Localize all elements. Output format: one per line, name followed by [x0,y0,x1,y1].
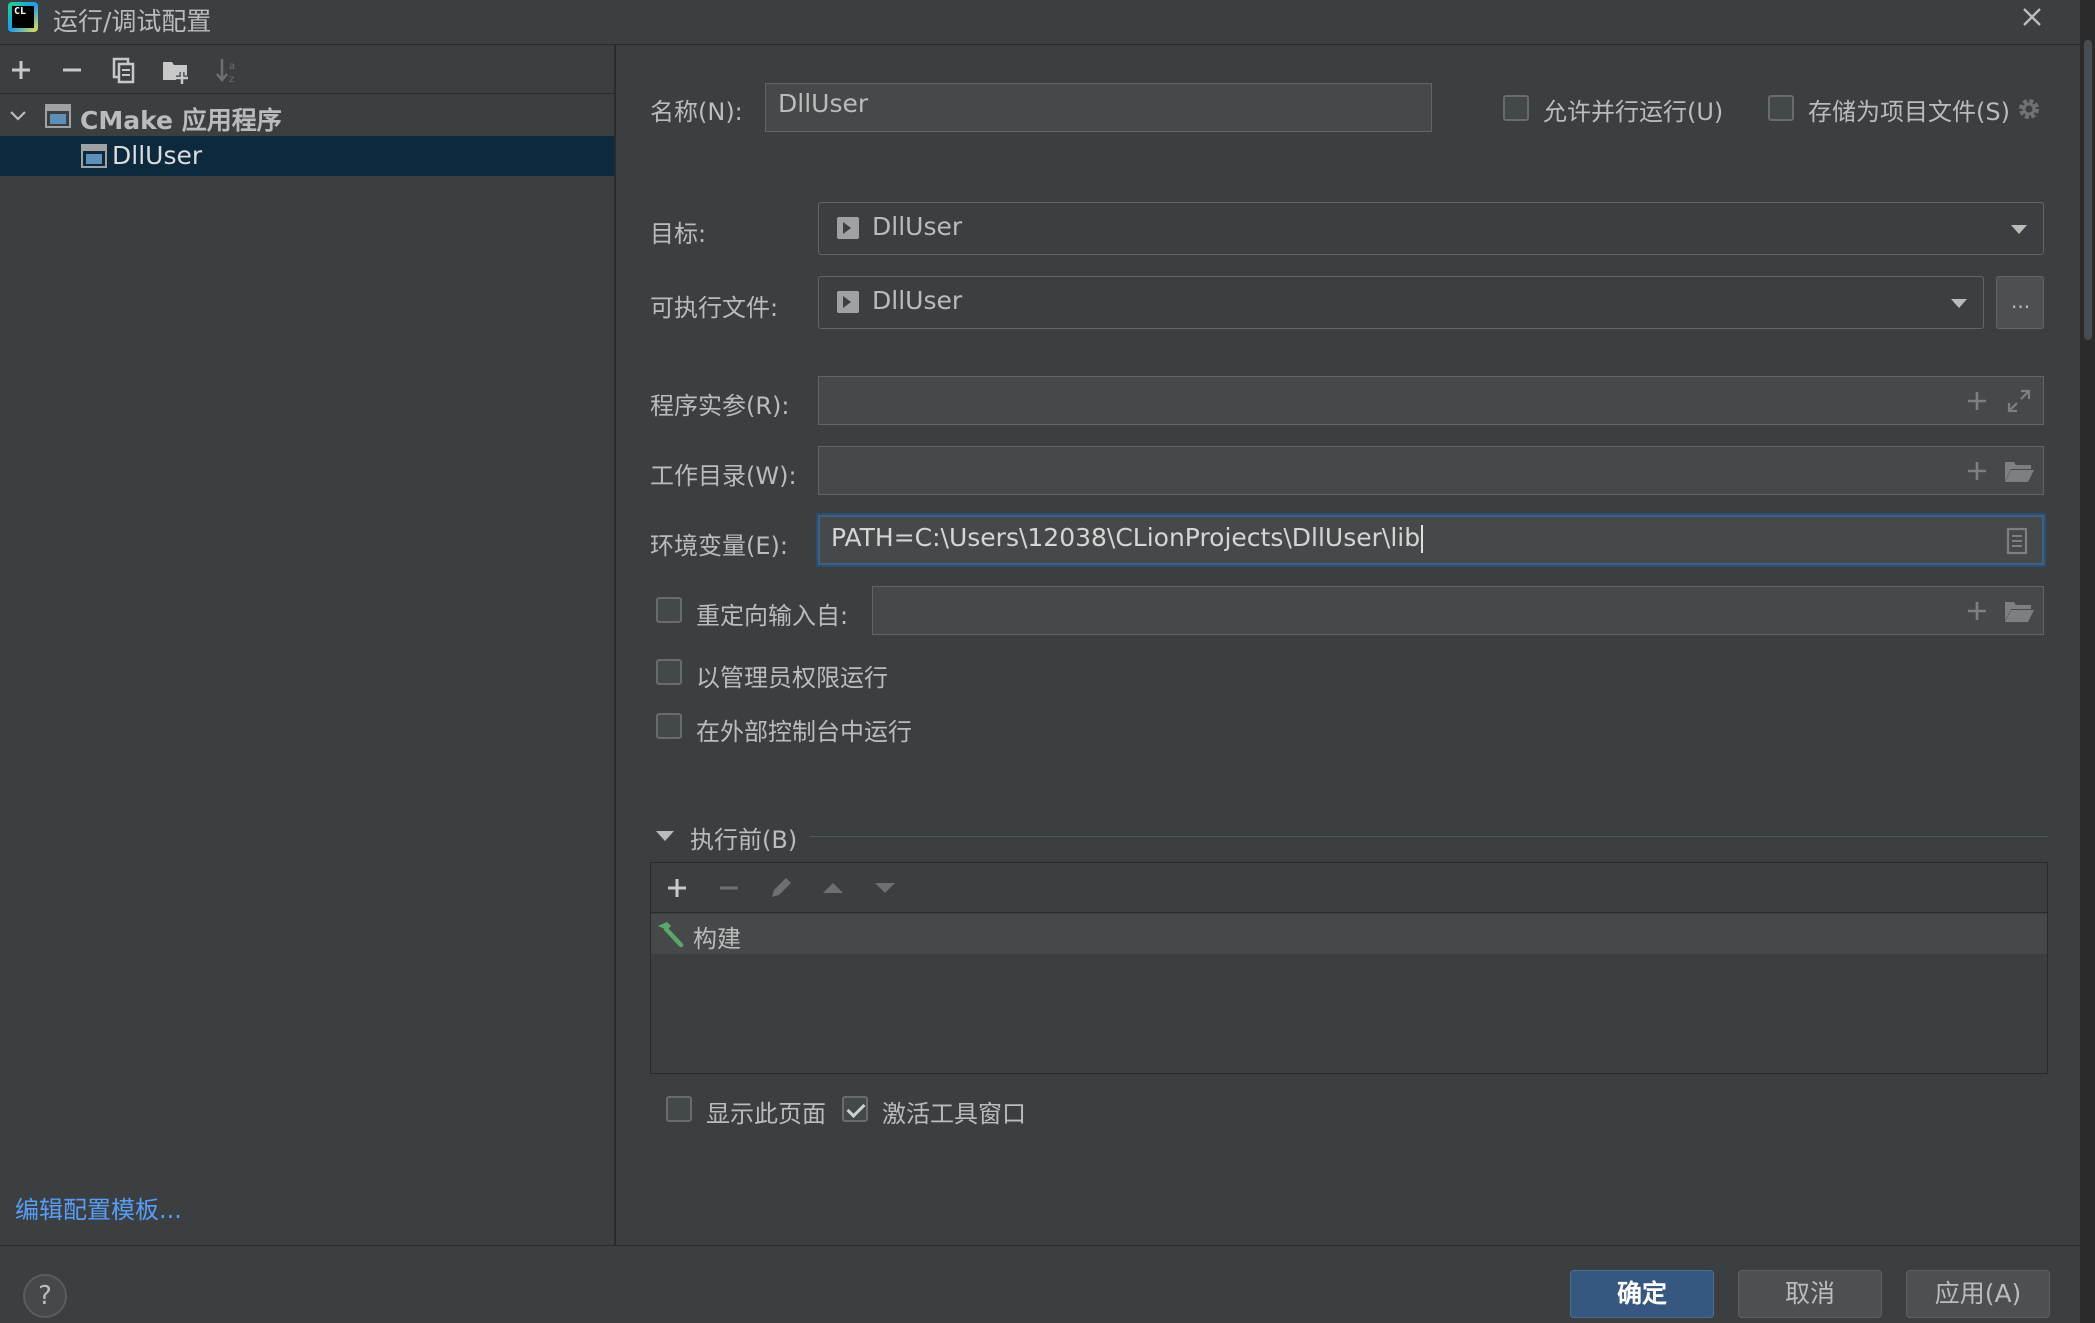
target-label: 目标: [650,220,707,248]
folder-icon[interactable] [2003,597,2035,625]
cmake-target-icon [81,144,107,168]
workdir-label: 工作目录(W): [650,462,797,490]
config-tree-panel [0,45,616,1245]
redirect-input[interactable] [872,586,2044,635]
before-launch-toolbar [651,863,2047,913]
allow-parallel-checkbox[interactable] [1503,95,1529,121]
run-as-admin-checkbox[interactable] [656,659,682,685]
apply-button[interactable]: 应用(A) [1906,1270,2050,1318]
text-caret [1421,525,1424,553]
list-item[interactable]: 构建 [651,914,2047,954]
clion-logo-icon: CL [8,2,38,32]
svg-text:a: a [229,61,235,72]
cancel-button[interactable]: 取消 [1738,1270,1882,1318]
activate-tool-window-checkbox[interactable] [842,1096,868,1122]
target-value: DllUser [872,212,963,241]
name-label: 名称(N): [650,98,743,126]
browse-label: ... [2011,289,2031,313]
args-input[interactable] [818,376,2044,425]
collapse-arrow-icon[interactable] [654,825,676,847]
executable-value: DllUser [872,286,963,315]
build-hammer-icon [658,922,684,948]
background-strip [2080,0,2095,1323]
title-bar [0,0,2080,45]
tree-item-dlluser[interactable]: DllUser [0,136,614,176]
args-label: 程序实参(R): [650,392,790,420]
build-item-label: 构建 [693,925,741,953]
ok-button[interactable]: 确定 [1570,1270,1714,1318]
store-as-project-label: 存储为项目文件(S) [1808,98,2010,126]
before-launch-title: 执行前(B) [690,826,798,854]
add-icon[interactable] [663,874,691,902]
close-icon[interactable] [2015,0,2049,34]
folder-icon[interactable] [2003,457,2035,485]
bottom-divider [0,1245,2080,1246]
dropdown-arrow-icon[interactable] [2011,225,2027,234]
move-down-icon[interactable] [871,874,899,902]
move-up-icon[interactable] [819,874,847,902]
show-page-checkbox[interactable] [666,1096,692,1122]
activate-tool-window-label: 激活工具窗口 [882,1100,1026,1128]
external-console-checkbox[interactable] [656,713,682,739]
target-select[interactable]: DllUser [818,202,2044,255]
section-divider [810,836,2048,837]
redirect-checkbox[interactable] [656,597,682,623]
chevron-down-icon[interactable] [8,106,28,126]
document-icon[interactable] [2004,527,2030,555]
tree-toolbar: a z [0,45,614,94]
folder-add-icon[interactable] [158,53,192,87]
add-icon[interactable] [4,53,38,87]
add-macro-icon[interactable] [1963,387,1991,415]
executable-select[interactable]: DllUser [818,276,1984,329]
edit-icon[interactable] [767,874,795,902]
window-title: 运行/调试配置 [53,7,212,36]
copy-icon[interactable] [106,53,140,87]
tree-root-label: CMake 应用程序 [80,106,282,135]
executable-icon [837,217,859,239]
name-input[interactable]: DllUser [765,83,1432,132]
show-page-label: 显示此页面 [706,1100,826,1128]
external-console-label: 在外部控制台中运行 [696,718,912,746]
store-as-project-checkbox[interactable] [1768,95,1794,121]
help-button[interactable]: ? [23,1274,67,1318]
tree-child-label: DllUser [112,141,203,170]
workdir-input[interactable] [818,446,2044,495]
expand-icon[interactable] [2005,387,2033,415]
env-input[interactable]: PATH=C:\Users\12038\CLionProjects\DllUse… [818,515,2044,565]
allow-parallel-label: 允许并行运行(U) [1543,98,1724,126]
svg-text:z: z [229,74,234,85]
sort-icon[interactable]: a z [212,53,246,87]
dropdown-arrow-icon[interactable] [1951,299,1967,308]
remove-icon[interactable] [55,53,89,87]
add-macro-icon[interactable] [1963,457,1991,485]
executable-label: 可执行文件: [650,294,779,322]
cmake-config-icon [45,104,71,128]
executable-icon [837,291,859,313]
run-as-admin-label: 以管理员权限运行 [696,664,888,692]
env-value: PATH=C:\Users\12038\CLionProjects\DllUse… [831,523,1421,552]
tree-item-cmake-application[interactable]: CMake 应用程序 [0,96,614,136]
name-value: DllUser [778,89,869,118]
redirect-label: 重定向输入自: [696,602,849,630]
browse-executable-button[interactable]: ... [1996,276,2044,329]
env-label: 环境变量(E): [650,532,788,560]
remove-icon[interactable] [715,874,743,902]
edit-templates-link[interactable]: 编辑配置模板... [15,1190,182,1225]
gear-icon[interactable] [2015,95,2043,123]
add-macro-icon[interactable] [1963,597,1991,625]
